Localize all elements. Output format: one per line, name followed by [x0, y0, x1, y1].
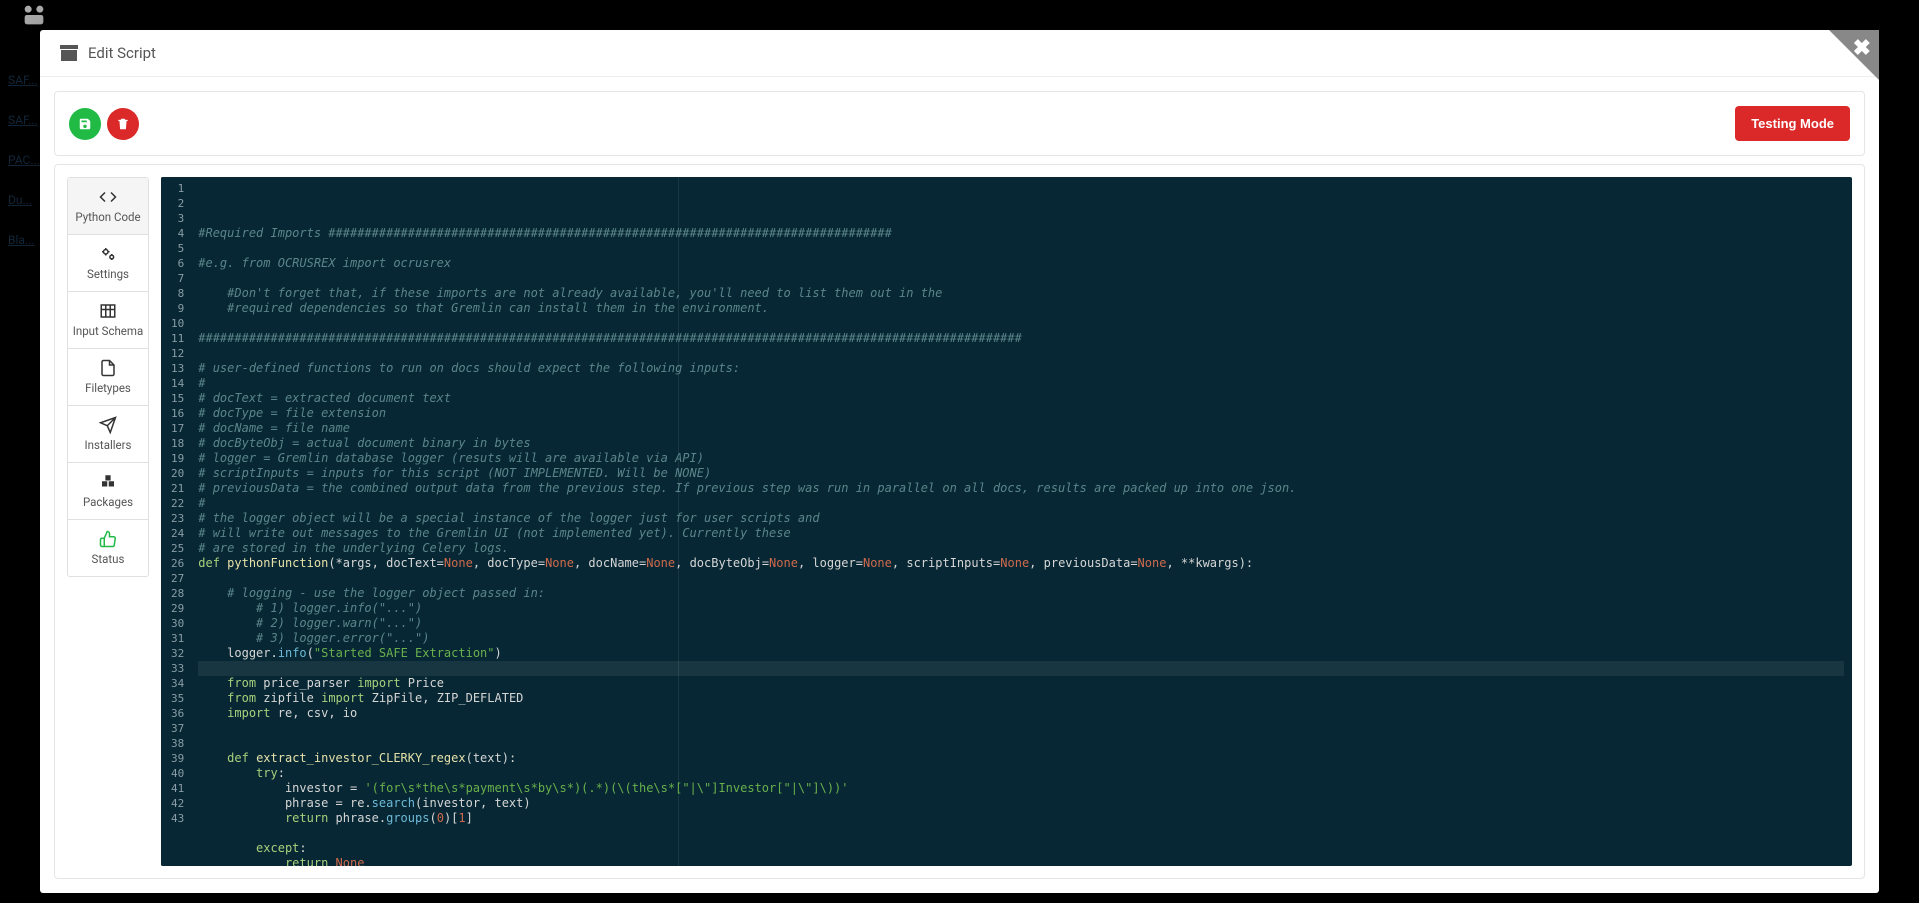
packages-icon: [99, 473, 117, 491]
toolbar-left: [69, 108, 139, 140]
editor-card: Python Code Settings Input Schema Filety…: [54, 164, 1865, 879]
tab-status[interactable]: Status: [68, 520, 148, 576]
tab-input-schema[interactable]: Input Schema: [68, 292, 148, 349]
code-editor[interactable]: 1234567891011121314151617181920212223242…: [161, 177, 1852, 866]
tab-label: Settings: [87, 267, 129, 281]
modal-title: Edit Script: [88, 44, 156, 62]
thumbs-up-icon: [99, 530, 117, 548]
tab-label: Packages: [83, 495, 133, 509]
tab-label: Input Schema: [73, 324, 144, 338]
archive-icon: [60, 45, 78, 61]
plane-icon: [99, 416, 117, 434]
cogs-icon: [99, 245, 117, 263]
app-top-bar: [0, 0, 1919, 30]
testing-mode-button[interactable]: Testing Mode: [1735, 106, 1850, 141]
tab-label: Installers: [85, 438, 132, 452]
app-logo-icon: [20, 1, 48, 29]
trash-icon: [116, 117, 130, 131]
table-icon: [99, 302, 117, 320]
tab-label: Status: [92, 552, 125, 566]
code-gutter: 1234567891011121314151617181920212223242…: [161, 177, 190, 866]
save-icon: [78, 117, 92, 131]
tab-sidebar: Python Code Settings Input Schema Filety…: [67, 177, 149, 577]
code-icon: [99, 188, 117, 206]
tab-installers[interactable]: Installers: [68, 406, 148, 463]
tab-label: Python Code: [75, 210, 140, 224]
code-area[interactable]: #Required Imports ######################…: [190, 177, 1852, 866]
edit-script-modal: ✖ Edit Script Testing Mode Python Code S…: [40, 30, 1879, 893]
tab-filetypes[interactable]: Filetypes: [68, 349, 148, 406]
toolbar: Testing Mode: [54, 91, 1865, 156]
file-icon: [99, 359, 117, 377]
tab-python-code[interactable]: Python Code: [68, 178, 148, 235]
tab-settings[interactable]: Settings: [68, 235, 148, 292]
close-icon[interactable]: ✖: [1853, 36, 1871, 61]
modal-header: Edit Script: [40, 30, 1879, 77]
tab-label: Filetypes: [85, 381, 131, 395]
delete-button[interactable]: [107, 108, 139, 140]
tab-packages[interactable]: Packages: [68, 463, 148, 520]
save-button[interactable]: [69, 108, 101, 140]
